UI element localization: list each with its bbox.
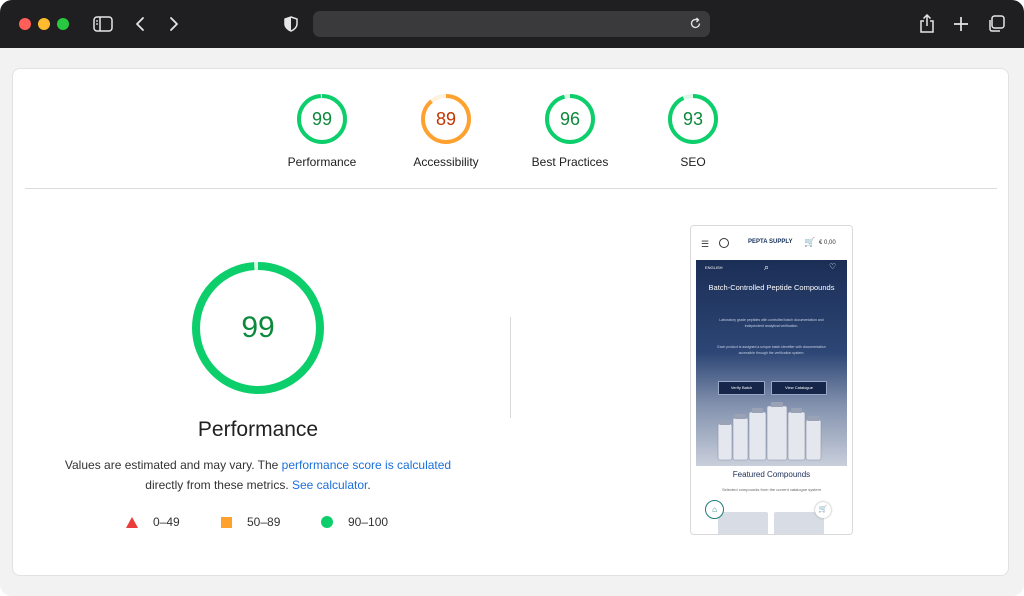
gauge-label: SEO bbox=[680, 155, 706, 169]
new-tab-icon[interactable] bbox=[952, 12, 970, 36]
cart-icon: 🛒 bbox=[804, 237, 816, 247]
gauge-ring: 89 bbox=[420, 93, 472, 145]
gift-icon: ⌂ bbox=[705, 500, 724, 519]
preview-header: ☰ PEPTA SUPPLY 🛒 € 0,00 bbox=[691, 226, 852, 260]
legend-range: 90–100 bbox=[348, 515, 389, 529]
category-gauges: 99 Performance 89 Accessibility 96 Best … bbox=[13, 69, 1008, 189]
legend-average: 50–89 bbox=[221, 515, 280, 529]
gauge-ring: 96 bbox=[544, 93, 596, 145]
sidebar-toggle-icon[interactable] bbox=[92, 12, 114, 36]
desc-middle: directly from these metrics. bbox=[145, 478, 292, 492]
browser-toolbar bbox=[0, 0, 1024, 48]
gauge-score: 89 bbox=[435, 109, 457, 129]
legend-range: 0–49 bbox=[153, 515, 180, 529]
tab-overview-icon[interactable] bbox=[986, 12, 1006, 36]
lighthouse-report-card: 99 Performance 89 Accessibility 96 Best … bbox=[12, 68, 1009, 576]
gauge-ring: 93 bbox=[667, 93, 719, 145]
preview-hero: ENGLISH ⌕ ♡ Batch-Controlled Peptide Com… bbox=[696, 260, 847, 466]
triangle-icon bbox=[126, 516, 138, 528]
legend-fail: 0–49 bbox=[126, 515, 180, 529]
preview-featured-title: Featured Compounds bbox=[732, 470, 811, 479]
performance-title: Performance bbox=[197, 418, 319, 441]
gauge-label: Performance bbox=[287, 155, 357, 169]
vials-image bbox=[717, 402, 822, 461]
browser-window: 99 Performance 89 Accessibility 96 Best … bbox=[0, 0, 1024, 596]
preview-product-tile bbox=[718, 512, 768, 534]
cart-fab-icon: 🛒 bbox=[815, 502, 831, 518]
forward-icon[interactable] bbox=[166, 12, 182, 36]
search-icon: ⌕ bbox=[764, 262, 770, 272]
preview-hero-title: Batch-Controlled Peptide Compounds bbox=[708, 283, 835, 292]
gauge-score: 96 bbox=[559, 109, 581, 129]
preview-verify-button: Verify Batch bbox=[718, 381, 765, 395]
circle-icon bbox=[321, 516, 333, 528]
square-icon bbox=[221, 516, 232, 528]
gauge-ring: 99 bbox=[296, 93, 348, 145]
privacy-shield-icon[interactable] bbox=[283, 12, 299, 36]
gauge-performance[interactable]: 99 Performance bbox=[262, 93, 382, 170]
preview-hero-text-2: Each product is assigned a unique batch … bbox=[717, 345, 826, 355]
gauge-accessibility[interactable]: 89 Accessibility bbox=[386, 93, 506, 170]
minimize-window-button[interactable] bbox=[38, 18, 50, 30]
vertical-divider bbox=[510, 317, 511, 418]
gauge-label: Best Practices bbox=[531, 155, 609, 169]
reload-icon[interactable] bbox=[689, 17, 702, 35]
see-calculator-link[interactable]: See calculator bbox=[292, 478, 367, 492]
desc-prefix: Values are estimated and may vary. The bbox=[64, 458, 282, 472]
heart-icon: ♡ bbox=[829, 262, 837, 271]
gauge-score: 93 bbox=[682, 109, 704, 129]
final-screenshot-preview: ☰ PEPTA SUPPLY 🛒 € 0,00 ENGLISH ⌕ ♡ Batc… bbox=[690, 225, 853, 535]
preview-language: ENGLISH bbox=[705, 265, 723, 270]
performance-score: 99 bbox=[241, 311, 275, 344]
gauge-seo[interactable]: 93 SEO bbox=[633, 93, 753, 170]
header-divider bbox=[25, 188, 997, 189]
preview-catalogue-button: View Catalogue bbox=[771, 381, 827, 395]
address-bar[interactable] bbox=[313, 11, 710, 37]
performance-description: Values are estimated and may vary. The p… bbox=[53, 455, 463, 495]
preview-cart-price: € 0,00 bbox=[819, 240, 836, 246]
back-icon[interactable] bbox=[132, 12, 148, 36]
zoom-window-button[interactable] bbox=[57, 18, 69, 30]
menu-icon: ☰ bbox=[701, 239, 710, 249]
legend-range: 50–89 bbox=[247, 515, 281, 529]
gauge-label: Accessibility bbox=[413, 155, 479, 169]
legend-pass: 90–100 bbox=[321, 515, 388, 529]
gauge-best-practices[interactable]: 96 Best Practices bbox=[510, 93, 630, 170]
close-window-button[interactable] bbox=[19, 18, 31, 30]
preview-featured-subtitle: Selected compounds from the current cata… bbox=[722, 487, 821, 492]
gauge-score: 99 bbox=[311, 109, 333, 129]
user-icon bbox=[719, 238, 729, 248]
score-calculated-link[interactable]: performance score is calculated bbox=[282, 458, 451, 472]
page-content: 99 Performance 89 Accessibility 96 Best … bbox=[0, 48, 1024, 596]
preview-hero-text-1: Laboratory grade peptides with controlle… bbox=[719, 318, 824, 328]
preview-brand: PEPTA SUPPLY bbox=[748, 239, 793, 245]
share-icon[interactable] bbox=[918, 12, 936, 36]
performance-gauge-large: 99 bbox=[190, 260, 326, 396]
desc-suffix: . bbox=[367, 478, 371, 492]
